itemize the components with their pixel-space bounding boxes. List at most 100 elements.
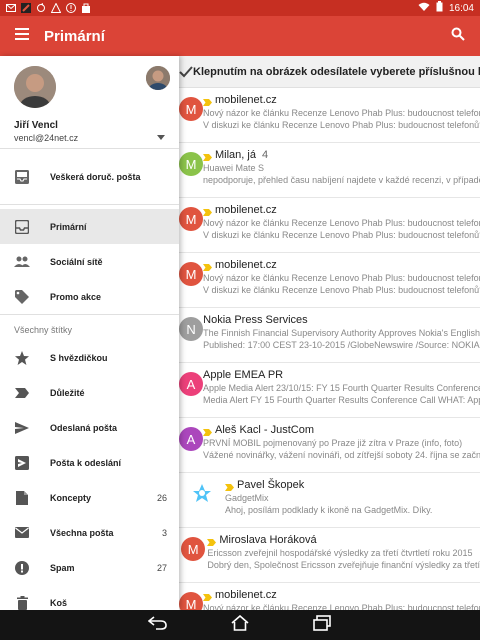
recents-button[interactable] bbox=[310, 614, 334, 636]
drawer-item-outbox[interactable]: Pošta k odeslání bbox=[0, 445, 179, 480]
message-row[interactable]: M Milan, já 4 Huawei Mate S nepodporuje,… bbox=[179, 143, 480, 198]
battery-icon bbox=[436, 1, 443, 15]
message-snippet: V diskuzi ke článku Recenze Lenovo Phab … bbox=[203, 285, 480, 295]
message-row[interactable]: N Nokia Press Services The Finnish Finan… bbox=[179, 308, 480, 363]
sender-avatar[interactable]: M bbox=[179, 152, 203, 176]
tip-text: Klepnutím na obrázek odesílatele vyberet… bbox=[193, 65, 480, 78]
inbox-list: Klepnutím na obrázek odesílatele vyberet… bbox=[179, 56, 480, 610]
home-icon bbox=[231, 614, 249, 636]
message-subject: Nový názor ke článku Recenze Lenovo Phab… bbox=[203, 218, 480, 228]
sender-name: mobilenet.cz bbox=[215, 259, 277, 271]
mail-icon bbox=[14, 525, 30, 541]
sender-avatar[interactable]: N bbox=[179, 317, 204, 341]
drawer-item-count: 3 bbox=[161, 527, 167, 538]
drawer-item-trash[interactable]: Koš bbox=[0, 585, 179, 610]
drawer-item-label: Spam bbox=[50, 562, 75, 573]
gmail-notification-icon bbox=[6, 3, 16, 13]
sender-avatar[interactable]: M bbox=[179, 97, 203, 121]
sender-name: mobilenet.cz bbox=[215, 589, 277, 601]
account-switcher[interactable] bbox=[157, 127, 165, 145]
avatar-letter: M bbox=[185, 266, 197, 282]
recents-icon bbox=[313, 614, 331, 636]
avatar-letter: N bbox=[186, 321, 196, 337]
send-icon bbox=[14, 420, 30, 436]
sender-avatar[interactable]: M bbox=[181, 537, 206, 561]
tag-icon bbox=[14, 289, 30, 305]
drawer-item-label: Pošta k odeslání bbox=[50, 457, 122, 468]
sender-avatar[interactable]: A bbox=[179, 372, 203, 396]
spam-icon bbox=[14, 560, 30, 576]
important-marker-icon bbox=[225, 482, 234, 491]
drawer-item-spam[interactable]: Spam 27 bbox=[0, 550, 179, 585]
account-avatar[interactable] bbox=[14, 66, 56, 108]
wifi-icon bbox=[418, 2, 430, 15]
message-row[interactable]: A Aleš Kacl - JustCom PRVNÍ MOBIL pojmen… bbox=[179, 418, 480, 473]
drawer-item-label: S hvězdičkou bbox=[50, 352, 108, 363]
dropdown-arrow-icon bbox=[157, 127, 165, 144]
sync-icon bbox=[36, 3, 46, 13]
back-button[interactable] bbox=[146, 615, 170, 635]
important-marker-icon bbox=[203, 207, 212, 216]
sender-name: mobilenet.cz bbox=[215, 94, 277, 106]
drawer-item-drafts[interactable]: Koncepty 26 bbox=[0, 480, 179, 515]
sender-avatar[interactable]: M bbox=[179, 262, 203, 286]
message-snippet: Media Alert FY 15 Fourth Quarter Results… bbox=[203, 395, 480, 405]
important-marker-icon bbox=[203, 262, 212, 271]
secondary-account-avatar[interactable] bbox=[146, 66, 170, 90]
avatar-letter: M bbox=[185, 596, 197, 611]
sender-avatar[interactable]: A bbox=[179, 427, 203, 451]
search-button[interactable] bbox=[436, 16, 480, 56]
drawer-item-sent[interactable]: Odeslaná pošta bbox=[0, 410, 179, 445]
message-subject: Nový názor ke článku Recenze Lenovo Phab… bbox=[203, 108, 480, 118]
account-name: Jiří Vencl bbox=[14, 120, 58, 131]
drawer-item-all-mail[interactable]: Všechna pošta 3 bbox=[0, 515, 179, 550]
sender-name: Aleš Kacl - JustCom bbox=[215, 424, 315, 436]
message-row[interactable]: M mobilenet.cz Nový názor ke článku Rece… bbox=[179, 88, 480, 143]
gadgetmix-logo-icon bbox=[191, 482, 213, 507]
drawer-item-starred[interactable]: S hvězdičkou bbox=[0, 340, 179, 375]
checkmark-icon bbox=[179, 65, 193, 78]
message-row[interactable]: A Apple EMEA PR Apple Media Alert 23/10/… bbox=[179, 363, 480, 418]
bag-icon bbox=[81, 3, 91, 13]
message-row[interactable]: Pavel Škopek GadgetMix Ahoj, posílám pod… bbox=[179, 473, 480, 528]
avatar-letter: M bbox=[185, 211, 197, 227]
sender-avatar[interactable] bbox=[190, 482, 214, 506]
message-row[interactable]: M mobilenet.cz Nový názor ke článku Rece… bbox=[179, 253, 480, 308]
message-snippet: Ahoj, posílám podklady k ikoně na Gadget… bbox=[225, 505, 433, 515]
page-title: Primární bbox=[44, 27, 105, 45]
drawer-item-label: Sociální sítě bbox=[50, 256, 103, 267]
sender-name: Milan, já bbox=[215, 149, 256, 161]
drawer-item-all-inboxes[interactable]: Veškerá doruč. pošta bbox=[0, 159, 179, 194]
important-marker-icon bbox=[203, 427, 212, 436]
drawer-item-label: Odeslaná pošta bbox=[50, 422, 118, 433]
app-bar: Primární bbox=[0, 16, 480, 56]
draft-icon bbox=[14, 490, 30, 506]
account-header: Jiří Vencl vencl@24net.cz bbox=[0, 56, 179, 149]
menu-button[interactable] bbox=[0, 16, 44, 56]
message-row[interactable]: M mobilenet.cz Nový názor ke článku Rece… bbox=[179, 583, 480, 610]
navigation-drawer: Jiří Vencl vencl@24net.cz Veškerá doruč.… bbox=[0, 56, 179, 610]
sender-name: Apple EMEA PR bbox=[203, 369, 284, 381]
sender-name: Nokia Press Services bbox=[203, 314, 308, 326]
sender-name: Pavel Škopek bbox=[237, 479, 305, 491]
sender-avatar[interactable]: M bbox=[179, 207, 203, 231]
important-marker-icon bbox=[14, 385, 30, 401]
drawer-item-social[interactable]: Sociální sítě bbox=[0, 244, 179, 279]
sender-avatar[interactable]: M bbox=[179, 592, 203, 610]
clock: 16:04 bbox=[448, 2, 474, 14]
drawer-item-label: Koncepty bbox=[50, 492, 92, 503]
message-subject: PRVNÍ MOBIL pojmenovaný po Praze již zít… bbox=[203, 438, 463, 448]
message-row[interactable]: M Miroslava Horáková Ericsson zveřejnil … bbox=[179, 528, 480, 583]
people-icon bbox=[14, 254, 30, 270]
message-snippet: nepodporuje, přehled času nabíjení najde… bbox=[203, 175, 480, 185]
home-button[interactable] bbox=[228, 614, 252, 636]
drawer-item-promotions[interactable]: Promo akce bbox=[0, 279, 179, 314]
drawer-item-important[interactable]: Důležité bbox=[0, 375, 179, 410]
status-bar: 16:04 bbox=[0, 0, 480, 16]
drawer-item-count: 27 bbox=[156, 562, 167, 573]
outbox-icon bbox=[14, 455, 30, 471]
drawer-item-primary[interactable]: Primární bbox=[0, 209, 179, 244]
message-row[interactable]: M mobilenet.cz Nový názor ke článku Rece… bbox=[179, 198, 480, 253]
warning-icon bbox=[50, 2, 62, 13]
thread-count: 4 bbox=[261, 149, 269, 161]
